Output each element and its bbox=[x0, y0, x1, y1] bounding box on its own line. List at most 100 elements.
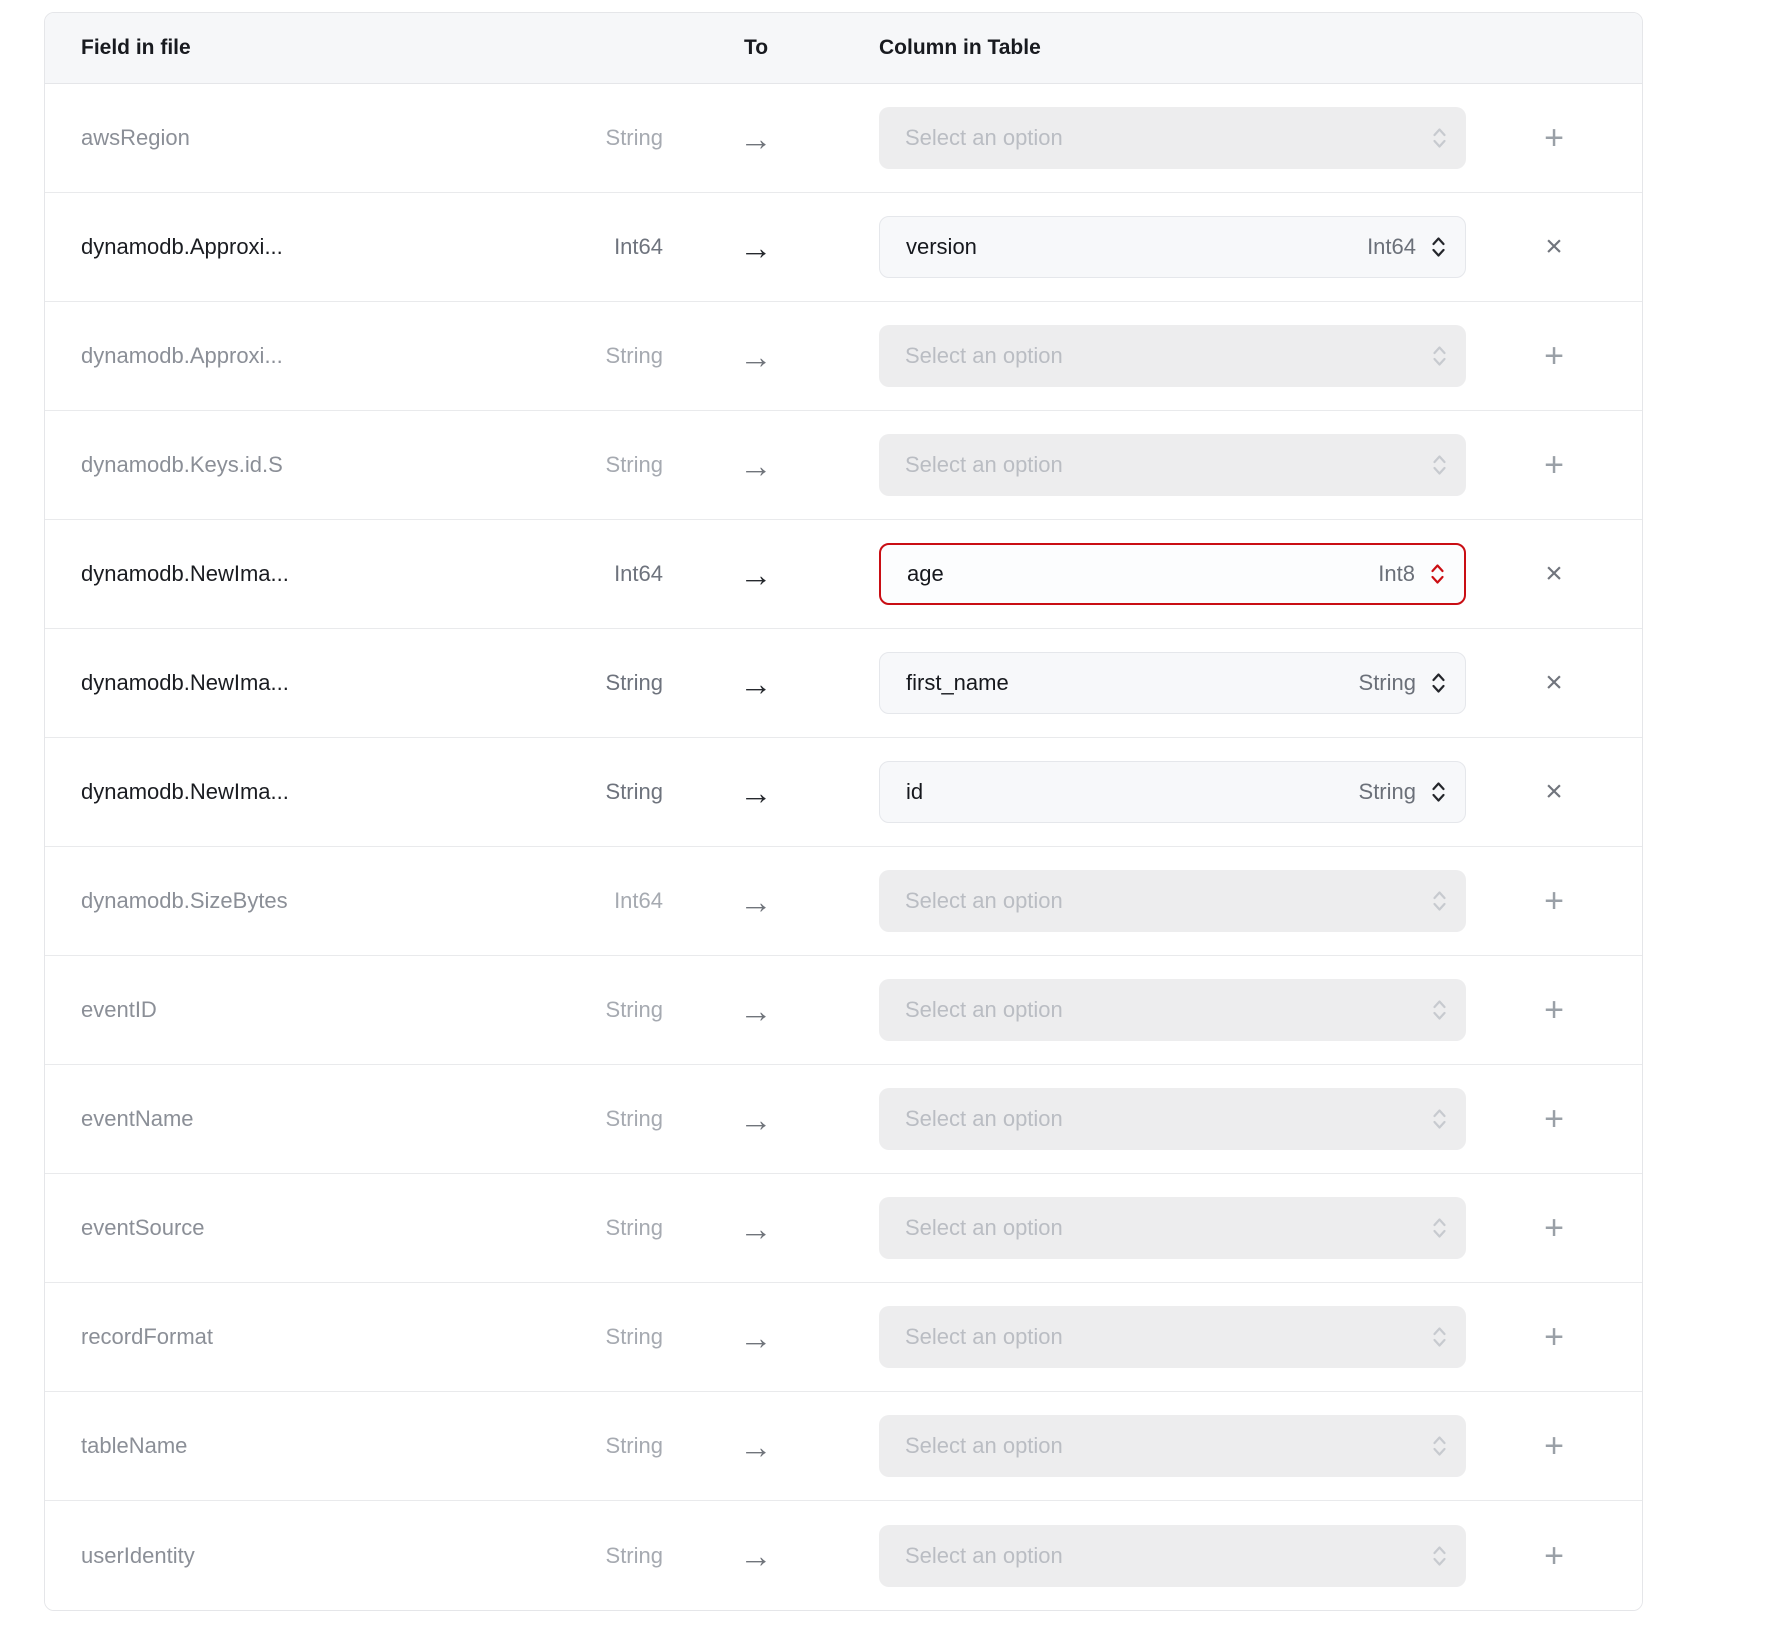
chevron-up-down-icon bbox=[1431, 997, 1448, 1023]
table-header: Field in file To Column in Table bbox=[45, 13, 1642, 84]
column-select-value: first_name bbox=[906, 670, 1359, 696]
field-name-label: tableName bbox=[81, 1433, 543, 1459]
column-select: Select an option bbox=[879, 1306, 1466, 1368]
chevron-up-down-icon bbox=[1430, 234, 1447, 260]
arrow-right-icon: → bbox=[663, 994, 849, 1027]
chevron-up-down-icon bbox=[1431, 1324, 1448, 1350]
column-select: Select an option bbox=[879, 870, 1466, 932]
chevron-up-down-icon bbox=[1431, 452, 1448, 478]
column-select[interactable]: age Int8 bbox=[879, 543, 1466, 605]
mapping-row: eventID String → Select an option + bbox=[45, 956, 1642, 1065]
column-select-value: Select an option bbox=[905, 1543, 1417, 1569]
column-select-type: Int8 bbox=[1378, 561, 1415, 587]
field-type-label: String bbox=[543, 1433, 663, 1459]
column-select-type: Int64 bbox=[1367, 234, 1416, 260]
field-type-label: Int64 bbox=[543, 561, 663, 587]
chevron-up-down-icon bbox=[1431, 888, 1448, 914]
add-mapping-button[interactable]: + bbox=[1524, 980, 1584, 1040]
remove-mapping-button[interactable]: × bbox=[1524, 217, 1584, 277]
column-select: Select an option bbox=[879, 979, 1466, 1041]
field-mapping-table: Field in file To Column in Table awsRegi… bbox=[44, 12, 1643, 1611]
add-mapping-button[interactable]: + bbox=[1524, 108, 1584, 168]
chevron-up-down-icon bbox=[1429, 561, 1446, 587]
field-name-label: eventName bbox=[81, 1106, 543, 1132]
field-type-label: String bbox=[543, 1324, 663, 1350]
chevron-up-down-icon bbox=[1431, 1433, 1448, 1459]
column-select[interactable]: first_name String bbox=[879, 652, 1466, 714]
field-type-label: String bbox=[543, 1106, 663, 1132]
column-select-value: version bbox=[906, 234, 1367, 260]
add-mapping-button[interactable]: + bbox=[1524, 1089, 1584, 1149]
column-select: Select an option bbox=[879, 107, 1466, 169]
field-type-label: String bbox=[543, 343, 663, 369]
mapping-row: dynamodb.SizeBytes Int64 → Select an opt… bbox=[45, 847, 1642, 956]
arrow-right-icon: → bbox=[663, 1539, 849, 1572]
field-type-label: String bbox=[543, 779, 663, 805]
arrow-right-icon: → bbox=[663, 122, 849, 155]
field-type-label: String bbox=[543, 997, 663, 1023]
arrow-right-icon: → bbox=[663, 1430, 849, 1463]
header-to: To bbox=[663, 36, 849, 60]
field-type-label: String bbox=[543, 1215, 663, 1241]
add-mapping-button[interactable]: + bbox=[1524, 1307, 1584, 1367]
column-select-value: Select an option bbox=[905, 1106, 1417, 1132]
header-field-in-file: Field in file bbox=[81, 36, 543, 60]
column-select-value: id bbox=[906, 779, 1359, 805]
add-mapping-button[interactable]: + bbox=[1524, 871, 1584, 931]
chevron-up-down-icon bbox=[1431, 1215, 1448, 1241]
column-select-value: Select an option bbox=[905, 125, 1417, 151]
column-select[interactable]: id String bbox=[879, 761, 1466, 823]
mapping-row: userIdentity String → Select an option + bbox=[45, 1501, 1642, 1610]
field-name-label: eventSource bbox=[81, 1215, 543, 1241]
mapping-row: eventSource String → Select an option + bbox=[45, 1174, 1642, 1283]
add-mapping-button[interactable]: + bbox=[1524, 1416, 1584, 1476]
column-select-value: Select an option bbox=[905, 1215, 1417, 1241]
field-type-label: String bbox=[543, 670, 663, 696]
column-select: Select an option bbox=[879, 1415, 1466, 1477]
arrow-right-icon: → bbox=[663, 231, 849, 264]
remove-mapping-button[interactable]: × bbox=[1524, 762, 1584, 822]
add-mapping-button[interactable]: + bbox=[1524, 1526, 1584, 1586]
column-select-value: age bbox=[907, 561, 1378, 587]
column-select-value: Select an option bbox=[905, 997, 1417, 1023]
arrow-right-icon: → bbox=[663, 340, 849, 373]
add-mapping-button[interactable]: + bbox=[1524, 435, 1584, 495]
remove-mapping-button[interactable]: × bbox=[1524, 544, 1584, 604]
chevron-up-down-icon bbox=[1431, 125, 1448, 151]
column-select-value: Select an option bbox=[905, 343, 1417, 369]
mapping-row: dynamodb.Approxi... Int64 → version Int6… bbox=[45, 193, 1642, 302]
field-name-label: dynamodb.Approxi... bbox=[81, 343, 543, 369]
arrow-right-icon: → bbox=[663, 667, 849, 700]
arrow-right-icon: → bbox=[663, 1321, 849, 1354]
arrow-right-icon: → bbox=[663, 776, 849, 809]
chevron-up-down-icon bbox=[1431, 343, 1448, 369]
field-type-label: String bbox=[543, 452, 663, 478]
arrow-right-icon: → bbox=[663, 449, 849, 482]
column-select-value: Select an option bbox=[905, 1324, 1417, 1350]
column-select-type: String bbox=[1359, 779, 1416, 805]
column-select: Select an option bbox=[879, 1088, 1466, 1150]
mapping-row: recordFormat String → Select an option + bbox=[45, 1283, 1642, 1392]
field-type-label: Int64 bbox=[543, 888, 663, 914]
chevron-up-down-icon bbox=[1430, 779, 1447, 805]
arrow-right-icon: → bbox=[663, 1103, 849, 1136]
field-name-label: awsRegion bbox=[81, 125, 543, 151]
mapping-row: tableName String → Select an option + bbox=[45, 1392, 1642, 1501]
add-mapping-button[interactable]: + bbox=[1524, 326, 1584, 386]
field-name-label: dynamodb.SizeBytes bbox=[81, 888, 543, 914]
field-type-label: String bbox=[543, 1543, 663, 1569]
mapping-rows: awsRegion String → Select an option + dy… bbox=[45, 84, 1642, 1610]
field-name-label: dynamodb.NewIma... bbox=[81, 779, 543, 805]
column-select[interactable]: version Int64 bbox=[879, 216, 1466, 278]
column-select: Select an option bbox=[879, 434, 1466, 496]
field-name-label: userIdentity bbox=[81, 1543, 543, 1569]
field-name-label: dynamodb.NewIma... bbox=[81, 561, 543, 587]
chevron-up-down-icon bbox=[1430, 670, 1447, 696]
column-select: Select an option bbox=[879, 325, 1466, 387]
add-mapping-button[interactable]: + bbox=[1524, 1198, 1584, 1258]
column-select-type: String bbox=[1359, 670, 1416, 696]
mapping-row: dynamodb.NewIma... String → id String × bbox=[45, 738, 1642, 847]
remove-mapping-button[interactable]: × bbox=[1524, 653, 1584, 713]
field-type-label: String bbox=[543, 125, 663, 151]
field-name-label: recordFormat bbox=[81, 1324, 543, 1350]
